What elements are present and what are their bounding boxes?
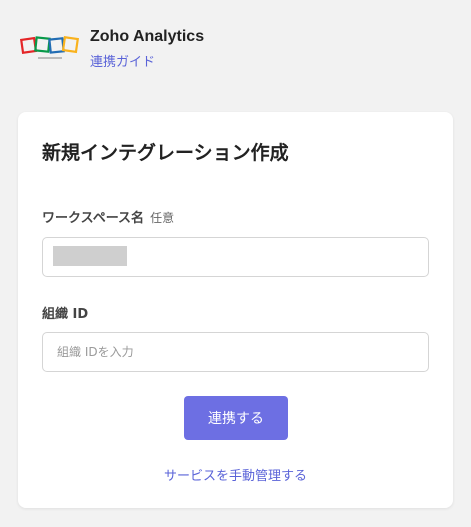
optional-badge: 任意 [150,211,175,225]
org-id-field[interactable] [42,332,429,372]
org-id-input[interactable] [43,333,428,371]
app-title: Zoho Analytics [90,28,205,45]
workspace-name-label-text: ワークスペース名 [42,211,145,226]
form-title: 新規インテグレーション作成 [42,142,289,164]
workspace-name-input[interactable] [43,238,428,276]
org-id-label: 組織 ID [42,307,89,322]
integration-guide-link[interactable]: 連携ガイド [90,51,155,70]
manual-manage-link[interactable]: サービスを手動管理する [18,465,453,484]
workspace-name-field[interactable] [42,237,429,277]
zoho-logo-icon [19,34,80,64]
integration-header: Zoho Analytics 連携ガイド [0,0,471,110]
workspace-name-label: ワークスペース名 任意 [42,207,174,226]
connect-button[interactable]: 連携する [184,396,288,440]
integration-form-card: 新規インテグレーション作成 ワークスペース名任意 組織 ID 連携する サービス… [18,112,453,508]
